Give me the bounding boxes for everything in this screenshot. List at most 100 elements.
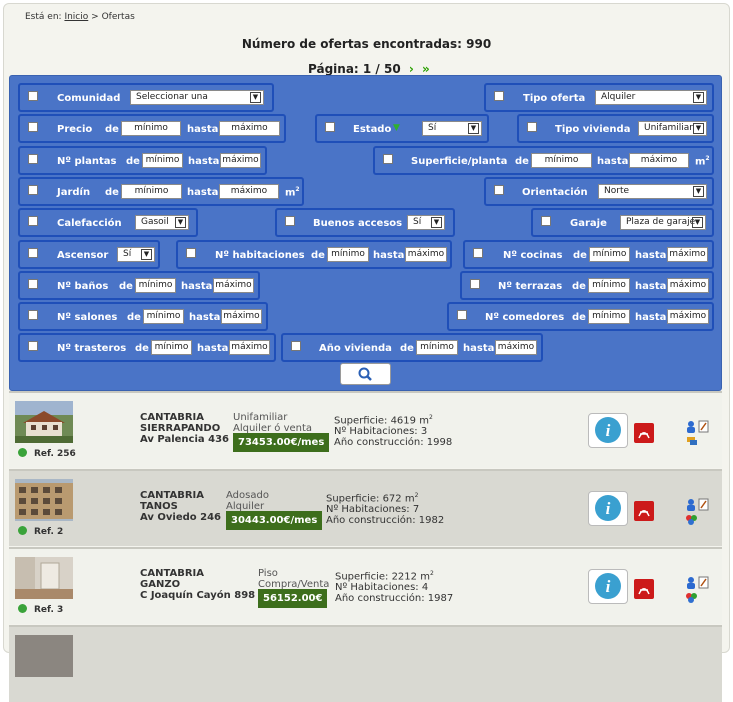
property-photo[interactable]: [15, 557, 73, 599]
comedores-max-input[interactable]: máximo: [667, 309, 709, 324]
filter-ascensor: Ascensor Sí ▼: [18, 240, 160, 269]
tipo-vivienda-select[interactable]: Unifamiliar ▼: [638, 121, 707, 136]
orientacion-select[interactable]: Norte ▼: [598, 184, 707, 199]
ano-max-input[interactable]: máximo: [495, 340, 537, 355]
plantas-checkbox[interactable]: [28, 154, 38, 164]
cocinas-min-input[interactable]: mínimo: [589, 247, 630, 262]
comunidad-checkbox[interactable]: [28, 91, 38, 101]
comedores-checkbox[interactable]: [457, 310, 467, 320]
orientacion-checkbox[interactable]: [494, 185, 504, 195]
cocinas-max-input[interactable]: máximo: [667, 247, 708, 262]
ano-checkbox[interactable]: [291, 341, 301, 351]
terrazas-min-input[interactable]: mínimo: [588, 278, 630, 293]
filter-garaje: Garaje Plaza de garaje ▼: [531, 208, 714, 237]
comedores-min-input[interactable]: mínimo: [588, 309, 630, 324]
info-button[interactable]: i: [588, 413, 628, 448]
salones-min-input[interactable]: mínimo: [143, 309, 184, 324]
garaje-checkbox[interactable]: [541, 216, 551, 226]
jardin-checkbox[interactable]: [28, 185, 38, 195]
ascensor-label: Ascensor: [57, 250, 109, 261]
accesos-value: Sí: [413, 217, 422, 227]
next-page-icon[interactable]: ›: [409, 62, 414, 76]
listing-ano: Año construcción: 1982: [326, 515, 445, 527]
trasteros-min-input[interactable]: mínimo: [151, 340, 192, 355]
contact-icons[interactable]: [684, 419, 710, 449]
tipo-vivienda-checkbox[interactable]: [527, 122, 537, 132]
calefaccion-select[interactable]: Gasoil ▼: [135, 215, 189, 230]
breadcrumb-prefix: Está en:: [25, 12, 62, 22]
estado-select[interactable]: Sí ▼: [422, 121, 482, 136]
superficie-checkbox[interactable]: [383, 154, 393, 164]
habitaciones-max-input[interactable]: máximo: [405, 247, 447, 262]
listing-item[interactable]: Ref. 2 CANTABRIA TANOS Av Oviedo 246 Ado…: [9, 469, 722, 546]
comunidad-select[interactable]: Seleccionar una ▼: [130, 90, 264, 105]
accesos-select[interactable]: Sí ▼: [407, 215, 445, 230]
trasteros-de: de: [135, 343, 149, 354]
filter-orientacion: Orientación Norte ▼: [484, 177, 714, 206]
jardin-min-input[interactable]: mínimo: [121, 184, 182, 199]
salones-max-input[interactable]: máximo: [221, 309, 262, 324]
last-page-icon[interactable]: »: [422, 62, 430, 76]
calefaccion-checkbox[interactable]: [28, 216, 38, 226]
ascensor-checkbox[interactable]: [28, 248, 38, 258]
precio-checkbox[interactable]: [28, 122, 38, 132]
filter-salones: Nº salones de mínimo hasta máximo: [18, 302, 268, 331]
contact-icons[interactable]: [684, 575, 710, 605]
listing-item[interactable]: [9, 625, 722, 702]
terrazas-checkbox[interactable]: [470, 279, 480, 289]
property-photo[interactable]: [15, 635, 73, 677]
listing-region: CANTABRIA: [140, 490, 205, 501]
garaje-select[interactable]: Plaza de garaje ▼: [620, 215, 706, 230]
terrazas-max-input[interactable]: máximo: [667, 278, 709, 293]
banos-checkbox[interactable]: [28, 279, 38, 289]
precio-min-input[interactable]: mínimo: [121, 121, 181, 136]
listing-address: Av Oviedo 246: [140, 512, 221, 523]
property-photo[interactable]: [15, 401, 73, 443]
ascensor-select[interactable]: Sí ▼: [117, 247, 155, 262]
superficie-max-input[interactable]: máximo: [629, 153, 689, 168]
chevron-down-icon: ▼: [431, 217, 442, 228]
salones-de: de: [127, 312, 141, 323]
tipo-vivienda-value: Unifamiliar: [644, 123, 693, 133]
trasteros-max-input[interactable]: máximo: [229, 340, 270, 355]
chevron-down-icon: ▼: [250, 92, 261, 103]
listing-specs: Superficie: 4619 m2 Nº Habitaciones: 3 A…: [334, 412, 452, 448]
search-button[interactable]: [340, 363, 391, 385]
precio-max-input[interactable]: máximo: [219, 121, 280, 136]
accesos-checkbox[interactable]: [285, 216, 295, 226]
estado-checkbox[interactable]: [325, 122, 335, 132]
trasteros-checkbox[interactable]: [28, 341, 38, 351]
pdf-icon[interactable]: [634, 423, 654, 443]
svg-text:i: i: [606, 577, 611, 596]
contact-icons[interactable]: [684, 497, 710, 527]
pdf-icon[interactable]: [634, 501, 654, 521]
info-button[interactable]: i: [588, 491, 628, 526]
cocinas-label: Nº cocinas: [503, 250, 563, 261]
superficie-min-input[interactable]: mínimo: [531, 153, 592, 168]
plantas-min-input[interactable]: mínimo: [142, 153, 183, 168]
banos-min-input[interactable]: mínimo: [135, 278, 176, 293]
chevron-down-icon: ▼: [141, 249, 152, 260]
breadcrumb-home-link[interactable]: Inicio: [64, 12, 88, 22]
tipo-oferta-checkbox[interactable]: [494, 91, 504, 101]
listing-superficie: Superficie: 2212 m2: [335, 570, 434, 583]
cocinas-checkbox[interactable]: [473, 248, 483, 258]
habitaciones-min-input[interactable]: mínimo: [327, 247, 369, 262]
habitaciones-checkbox[interactable]: [186, 248, 196, 258]
salones-checkbox[interactable]: [28, 310, 38, 320]
tipo-oferta-select[interactable]: Alquiler ▼: [595, 90, 707, 105]
plantas-max-input[interactable]: máximo: [220, 153, 261, 168]
listing-item[interactable]: Ref. 256 CANTABRIA SIERRAPANDO Av Palenc…: [9, 391, 722, 468]
listing-habitaciones: Nº Habitaciones: 7: [326, 504, 420, 516]
status-dot-icon: [18, 526, 27, 535]
banos-max-input[interactable]: máximo: [213, 278, 254, 293]
ano-min-input[interactable]: mínimo: [416, 340, 458, 355]
estado-label: Estado: [353, 124, 392, 135]
listing-item[interactable]: Ref. 3 CANTABRIA GANZO C Joaquín Cayón 8…: [9, 547, 722, 624]
jardin-max-input[interactable]: máximo: [219, 184, 279, 199]
info-button[interactable]: i: [588, 569, 628, 604]
listing-property-type: Piso: [258, 568, 278, 579]
comunidad-label: Comunidad: [57, 93, 121, 104]
pdf-icon[interactable]: [634, 579, 654, 599]
property-photo[interactable]: [15, 479, 73, 521]
